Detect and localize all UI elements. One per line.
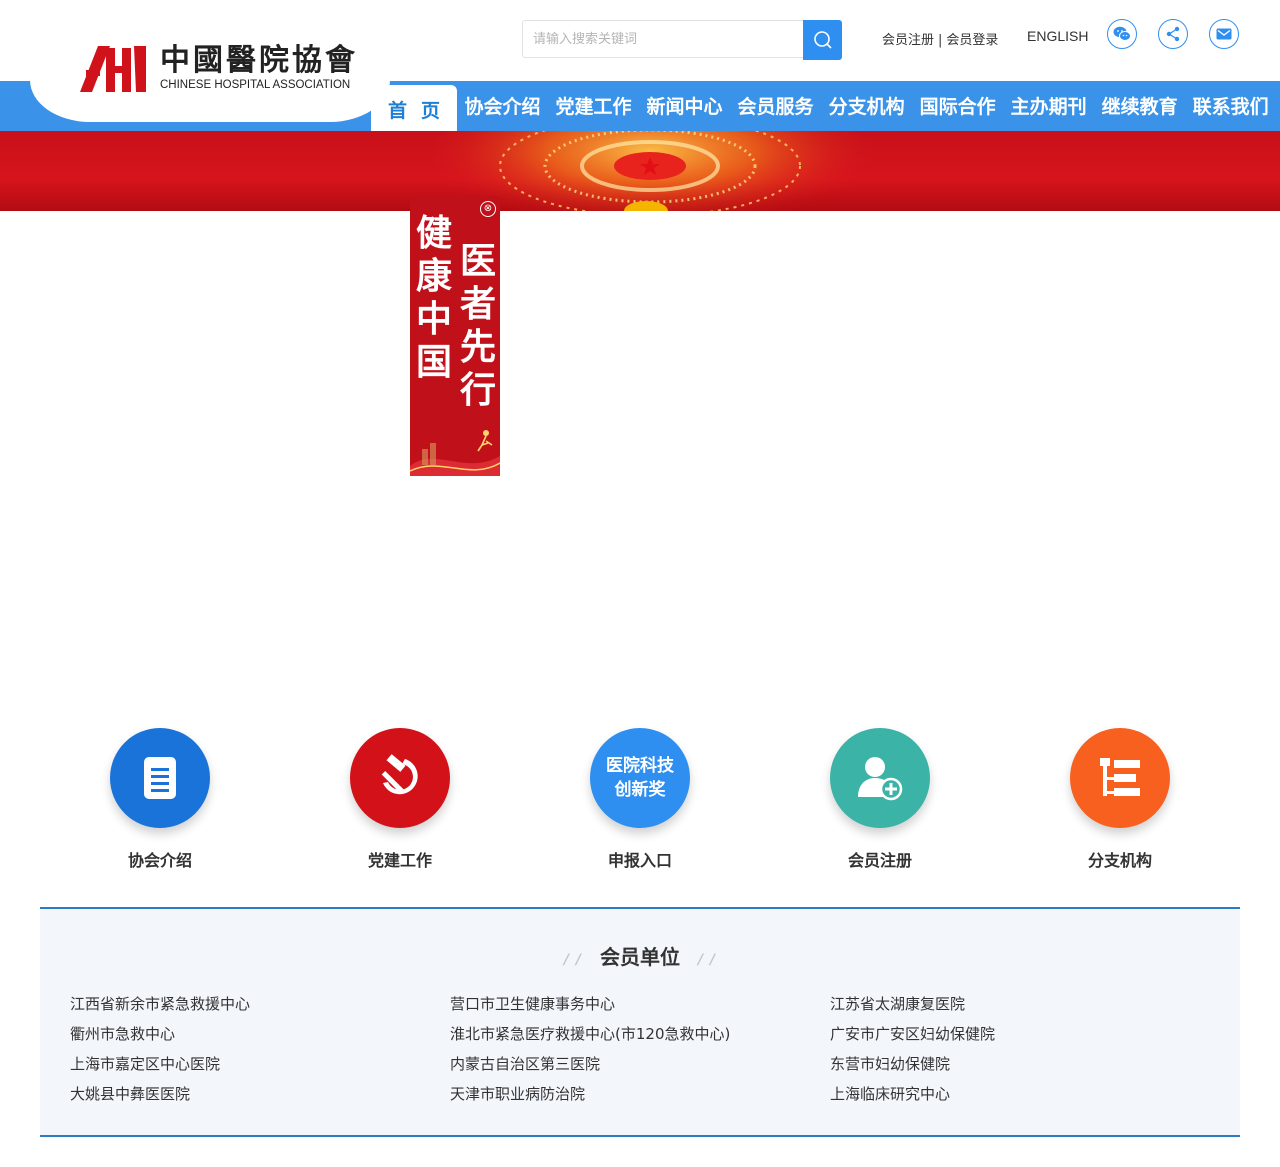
mail-button[interactable] bbox=[1209, 19, 1239, 49]
ad-slogan-left: 健康中国 bbox=[415, 212, 452, 383]
member-link[interactable]: 大姚县中彝医医院 bbox=[70, 1079, 250, 1109]
member-link[interactable]: 内蒙古自治区第三医院 bbox=[450, 1049, 730, 1079]
quick-link-party[interactable]: 党建工作 bbox=[340, 728, 460, 871]
search-box bbox=[522, 20, 842, 60]
quick-link-about-label: 协会介绍 bbox=[127, 851, 192, 870]
nav-news[interactable]: 新闻中心 bbox=[639, 81, 730, 131]
logo-chinese-name: 中國醫院協會 bbox=[160, 43, 358, 78]
share-button[interactable] bbox=[1158, 19, 1188, 49]
member-column-2: 营口市卫生健康事务中心 淮北市紧急医疗救援中心(市120急救中心) 内蒙古自治区… bbox=[450, 989, 730, 1109]
quick-link-branches[interactable]: 分支机构 bbox=[1060, 728, 1180, 871]
register-link[interactable]: 会员注册 bbox=[882, 33, 934, 48]
quick-link-register-circle[interactable] bbox=[830, 728, 930, 828]
nav-branches[interactable]: 分支机构 bbox=[821, 81, 912, 131]
nav-home[interactable]: 首页 bbox=[371, 85, 457, 131]
nav-education[interactable]: 继续教育 bbox=[1094, 81, 1185, 131]
member-column-3: 江苏省太湖康复医院 广安市广安区妇幼保健院 东营市妇幼保健院 上海临床研究中心 bbox=[830, 989, 995, 1109]
nav-about[interactable]: 协会介绍 bbox=[457, 81, 548, 131]
innovation-award-line2: 创新奖 bbox=[614, 780, 666, 800]
account-links: 会员注册 | 会员登录 bbox=[882, 29, 998, 48]
banner-emblem-image bbox=[420, 131, 880, 211]
quick-link-register[interactable]: 会员注册 bbox=[820, 728, 940, 871]
quick-link-branches-circle[interactable] bbox=[1070, 728, 1170, 828]
member-link[interactable]: 衢州市急救中心 bbox=[70, 1019, 250, 1049]
login-link[interactable]: 会员登录 bbox=[946, 33, 998, 48]
wechat-icon bbox=[1113, 26, 1131, 41]
ad-slogan-right: 医者先行 bbox=[459, 240, 496, 411]
nav-party-building[interactable]: 党建工作 bbox=[548, 81, 639, 131]
site-logo[interactable]: 中國醫院協會 CHINESE HOSPITAL ASSOCIATION bbox=[78, 42, 358, 94]
nav-international[interactable]: 国际合作 bbox=[912, 81, 1003, 131]
innovation-award-line1: 医院科技 bbox=[606, 756, 674, 776]
member-link[interactable]: 江苏省太湖康复医院 bbox=[830, 989, 995, 1019]
english-link[interactable]: ENGLISH bbox=[1027, 28, 1088, 44]
close-ad-icon[interactable]: ⊗ bbox=[480, 201, 496, 217]
mail-icon bbox=[1216, 28, 1232, 40]
member-link[interactable]: 天津市职业病防治院 bbox=[450, 1079, 730, 1109]
section-title-row: / / 会员单位 / / bbox=[40, 941, 1240, 970]
nav-contact[interactable]: 联系我们 bbox=[1185, 81, 1276, 131]
member-units-section: / / 会员单位 / / 江西省新余市紧急救援中心 衢州市急救中心 上海市嘉定区中心… bbox=[40, 907, 1240, 1137]
member-link[interactable]: 营口市卫生健康事务中心 bbox=[450, 989, 730, 1019]
search-input[interactable] bbox=[522, 20, 803, 58]
member-link[interactable]: 上海临床研究中心 bbox=[830, 1079, 995, 1109]
separator: | bbox=[938, 33, 943, 48]
quick-link-register-label: 会员注册 bbox=[847, 851, 912, 870]
quick-link-about[interactable]: 协会介绍 bbox=[100, 728, 220, 871]
member-link[interactable]: 广安市广安区妇幼保健院 bbox=[830, 1019, 995, 1049]
quick-link-party-circle[interactable] bbox=[350, 728, 450, 828]
search-button[interactable] bbox=[803, 20, 842, 60]
title-decoration-left-icon: / / bbox=[563, 952, 582, 968]
floating-ad[interactable]: ⊗ 健康中国 医者先行 bbox=[410, 196, 500, 476]
share-icon bbox=[1166, 26, 1180, 42]
title-decoration-right-icon: / / bbox=[698, 952, 717, 968]
member-units-title: 会员单位 bbox=[600, 945, 680, 969]
add-user-icon bbox=[858, 757, 903, 801]
member-column-1: 江西省新余市紧急救援中心 衢州市急救中心 上海市嘉定区中心医院 大姚县中彝医医院 bbox=[70, 989, 250, 1109]
hero-banner[interactable] bbox=[0, 131, 1280, 211]
hammer-sickle-icon bbox=[381, 754, 418, 795]
quick-link-branches-label: 分支机构 bbox=[1087, 851, 1152, 870]
wechat-button[interactable] bbox=[1107, 19, 1137, 49]
quick-link-apply[interactable]: 医院科技 创新奖 申报入口 bbox=[580, 728, 700, 871]
member-link[interactable]: 淮北市紧急医疗救援中心(市120急救中心) bbox=[450, 1019, 730, 1049]
nav-member-services[interactable]: 会员服务 bbox=[730, 81, 821, 131]
quick-link-party-label: 党建工作 bbox=[367, 851, 432, 870]
quick-link-apply-label: 申报入口 bbox=[607, 851, 672, 870]
member-link[interactable]: 江西省新余市紧急救援中心 bbox=[70, 989, 250, 1019]
ad-decoration-image bbox=[410, 430, 500, 476]
member-link[interactable]: 上海市嘉定区中心医院 bbox=[70, 1049, 250, 1079]
document-icon bbox=[144, 757, 176, 799]
quick-link-about-circle[interactable] bbox=[110, 728, 210, 828]
search-icon bbox=[813, 31, 832, 49]
quick-link-apply-circle[interactable]: 医院科技 创新奖 bbox=[590, 728, 690, 828]
hospital-association-logo-icon bbox=[80, 46, 146, 92]
main-nav: 首页 协会介绍 党建工作 新闻中心 会员服务 分支机构 国际合作 主办期刊 继续… bbox=[371, 81, 1276, 131]
logo-english-name: CHINESE HOSPITAL ASSOCIATION bbox=[160, 79, 351, 91]
nav-journals[interactable]: 主办期刊 bbox=[1003, 81, 1094, 131]
branch-structure-icon bbox=[1100, 758, 1140, 796]
member-link[interactable]: 东营市妇幼保健院 bbox=[830, 1049, 995, 1079]
